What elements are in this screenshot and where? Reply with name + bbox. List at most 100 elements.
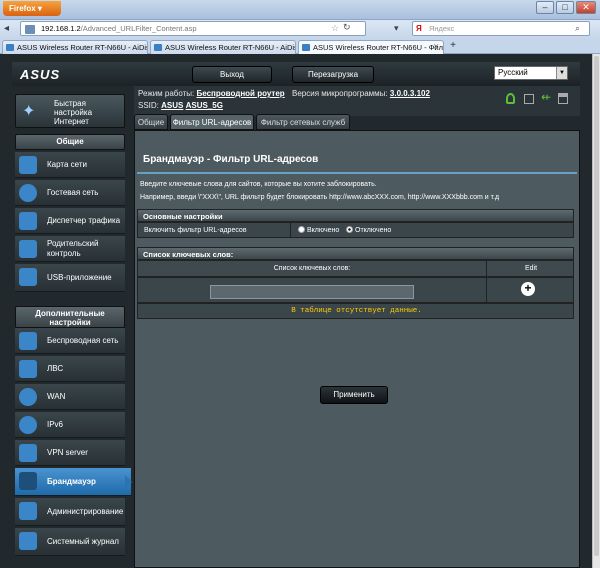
- admin-icon: [19, 502, 37, 520]
- sidebar-item-label: Диспетчер трафика: [47, 215, 121, 225]
- sidebar-item-usb-app[interactable]: USB-приложение: [15, 264, 125, 292]
- title-divider: [137, 172, 577, 174]
- sidebar-item-administration[interactable]: Админи­стри­рование: [15, 498, 125, 526]
- sidebar-item-label: WAN: [47, 391, 66, 401]
- empty-table-row: В таблице отсутствует данные.: [137, 303, 574, 319]
- add-icon[interactable]: +: [521, 282, 535, 296]
- back-icon[interactable]: ◂: [4, 23, 9, 34]
- user-icon[interactable]: [506, 93, 515, 104]
- ssid-label: SSID:: [138, 101, 159, 110]
- enable-filter-label: Включить фильтр URL-адресов: [144, 227, 247, 234]
- firefox-menu-label: Firefox: [9, 4, 36, 13]
- sidebar-item-label: ЛВС: [47, 363, 64, 373]
- globe-icon: [19, 388, 37, 406]
- sidebar-item-lan[interactable]: ЛВС: [15, 356, 125, 382]
- router-header: ASUS Выход Перезагрузка Русский ▼: [12, 62, 580, 86]
- sidebar-item-wan[interactable]: WAN: [15, 384, 125, 410]
- usb-icon[interactable]: ⇷: [541, 90, 551, 104]
- copy-icon[interactable]: [524, 94, 534, 104]
- url-field[interactable]: 192.168.1.2/Advanced_URLFilter_Content.a…: [20, 21, 366, 36]
- sidebar-item-ipv6[interactable]: IPv6: [15, 412, 125, 438]
- url-host: 192.168.1.2: [41, 24, 81, 33]
- reload-icon[interactable]: ↻: [343, 22, 351, 33]
- language-value: Русский: [498, 68, 528, 77]
- magic-wand-icon: ✦: [22, 103, 36, 120]
- keyword-table-header: Список ключевых слов: Edit: [137, 260, 574, 277]
- tab-url-filter[interactable]: Фильтр URL-адресов: [170, 114, 254, 130]
- favicon-icon: [154, 44, 162, 51]
- sidebar-item-label: Брандмауэр: [47, 476, 96, 486]
- vpn-icon: [19, 444, 37, 462]
- browser-tab-active[interactable]: ASUS Wireless Router RT-N66U - Фил... ✕: [298, 40, 444, 54]
- firmware-version: Версия микропрограммы: 3.0.0.3.102: [292, 89, 430, 98]
- download-icon[interactable]: ▾: [394, 23, 399, 34]
- radio-enabled-icon[interactable]: [298, 226, 305, 233]
- tab-bar: ASUS Wireless Router RT-N66U - AiDisk AS…: [0, 38, 600, 54]
- tab-close-icon[interactable]: ✕: [433, 42, 439, 51]
- minimize-button[interactable]: –: [536, 1, 554, 14]
- sidebar-item-wireless[interactable]: Беспроводная сеть: [15, 328, 125, 354]
- status-info-bar: Режим работы: Беспроводной роутер Версия…: [134, 86, 580, 116]
- ssid-link[interactable]: ASUS_5G: [186, 101, 223, 110]
- apply-button[interactable]: Применить: [320, 386, 388, 404]
- ssid-info: SSID: ASUS ASUS_5G: [138, 101, 223, 110]
- new-tab-button[interactable]: +: [447, 40, 459, 52]
- radio-disabled[interactable]: Отключено: [346, 226, 391, 234]
- log-icon: [19, 532, 37, 550]
- fw-link[interactable]: 3.0.0.3.102: [390, 89, 430, 98]
- browser-titlebar: Firefox ▾ – □ ✕: [0, 0, 600, 20]
- enable-filter-row: Включить фильтр URL-адресов Включено Отк…: [137, 222, 574, 238]
- chevron-down-icon: ▼: [556, 67, 567, 79]
- search-icon[interactable]: ⌕: [575, 23, 580, 34]
- tab-service-filter[interactable]: Фильтр сетевых служб: [256, 114, 350, 130]
- logout-button[interactable]: Выход: [192, 66, 272, 83]
- sidebar-item-system-log[interactable]: Системный журнал: [15, 528, 125, 556]
- keyword-input-row: +: [137, 277, 574, 303]
- radio-disabled-icon[interactable]: [346, 226, 353, 233]
- puzzle-icon: [19, 268, 37, 286]
- empty-message: В таблице отсутствует данные.: [291, 307, 422, 315]
- sidebar-item-guest-network[interactable]: Гостевая сеть: [15, 180, 125, 206]
- sidebar-item-vpn-server[interactable]: VPN server: [15, 440, 125, 466]
- scrollbar-thumb[interactable]: [594, 56, 599, 556]
- active-pointer-icon: [125, 475, 132, 489]
- mode-link[interactable]: Беспроводной роутер: [197, 89, 285, 98]
- sidebar-item-label: Гостевая сеть: [47, 187, 99, 197]
- sidebar-item-label: VPN server: [47, 447, 88, 457]
- reboot-button[interactable]: Перезагрузка: [292, 66, 374, 83]
- tab-title: ASUS Wireless Router RT-N66U - Фил...: [313, 43, 444, 52]
- site-identity-icon[interactable]: [25, 25, 35, 34]
- maximize-button[interactable]: □: [556, 1, 574, 14]
- sidebar-item-parental-control[interactable]: Родительский контроль: [15, 236, 125, 262]
- sidebar-item-traffic-manager[interactable]: Диспетчер трафика: [15, 208, 125, 234]
- traffic-meter-icon: [19, 212, 37, 230]
- description-line-2: Например, введи \"XXX\", URL фильтр буде…: [140, 194, 500, 201]
- sidebar-item-firewall[interactable]: Брандмауэр: [15, 468, 131, 496]
- search-field[interactable]: Я Яндекс ⌕: [412, 21, 590, 36]
- search-placeholder: Яндекс: [429, 24, 455, 33]
- router-page: ASUS Выход Перезагрузка Русский ▼ Режим р…: [0, 54, 592, 568]
- content-panel: Брандмауэр - Фильтр URL-адресов Введите …: [134, 130, 580, 568]
- quick-setup-button[interactable]: ✦ Быстрая настройка Интернет: [15, 94, 125, 128]
- operation-mode: Режим работы: Беспроводной роутер: [138, 89, 285, 98]
- browser-tab[interactable]: ASUS Wireless Router RT-N66U - AiDisk: [150, 40, 296, 54]
- ipv6-globe-icon: [19, 416, 37, 434]
- tab-general[interactable]: Общие: [134, 114, 168, 130]
- ssid-link[interactable]: ASUS: [161, 101, 183, 110]
- firefox-menu-button[interactable]: Firefox ▾: [3, 1, 61, 16]
- asus-logo: ASUS: [20, 67, 61, 82]
- printer-icon[interactable]: [558, 93, 568, 104]
- close-button[interactable]: ✕: [576, 1, 596, 14]
- keyword-input[interactable]: [210, 285, 414, 299]
- page-scrollbar[interactable]: [592, 54, 600, 568]
- language-select[interactable]: Русский ▼: [494, 66, 568, 80]
- wifi-icon: [19, 332, 37, 350]
- radio-enabled[interactable]: Включено: [298, 226, 339, 234]
- sidebar-item-network-map[interactable]: Карта сети: [15, 152, 125, 178]
- bookmark-star-icon[interactable]: ☆: [331, 23, 339, 34]
- tab-title: ASUS Wireless Router RT-N66U - AiDisk: [17, 43, 148, 52]
- navigation-bar: ◂ 192.168.1.2/Advanced_URLFilter_Content…: [0, 20, 600, 38]
- column-divider: [290, 223, 291, 237]
- tab-title: ASUS Wireless Router RT-N66U - AiDisk: [165, 43, 296, 52]
- browser-tab[interactable]: ASUS Wireless Router RT-N66U - AiDisk: [2, 40, 148, 54]
